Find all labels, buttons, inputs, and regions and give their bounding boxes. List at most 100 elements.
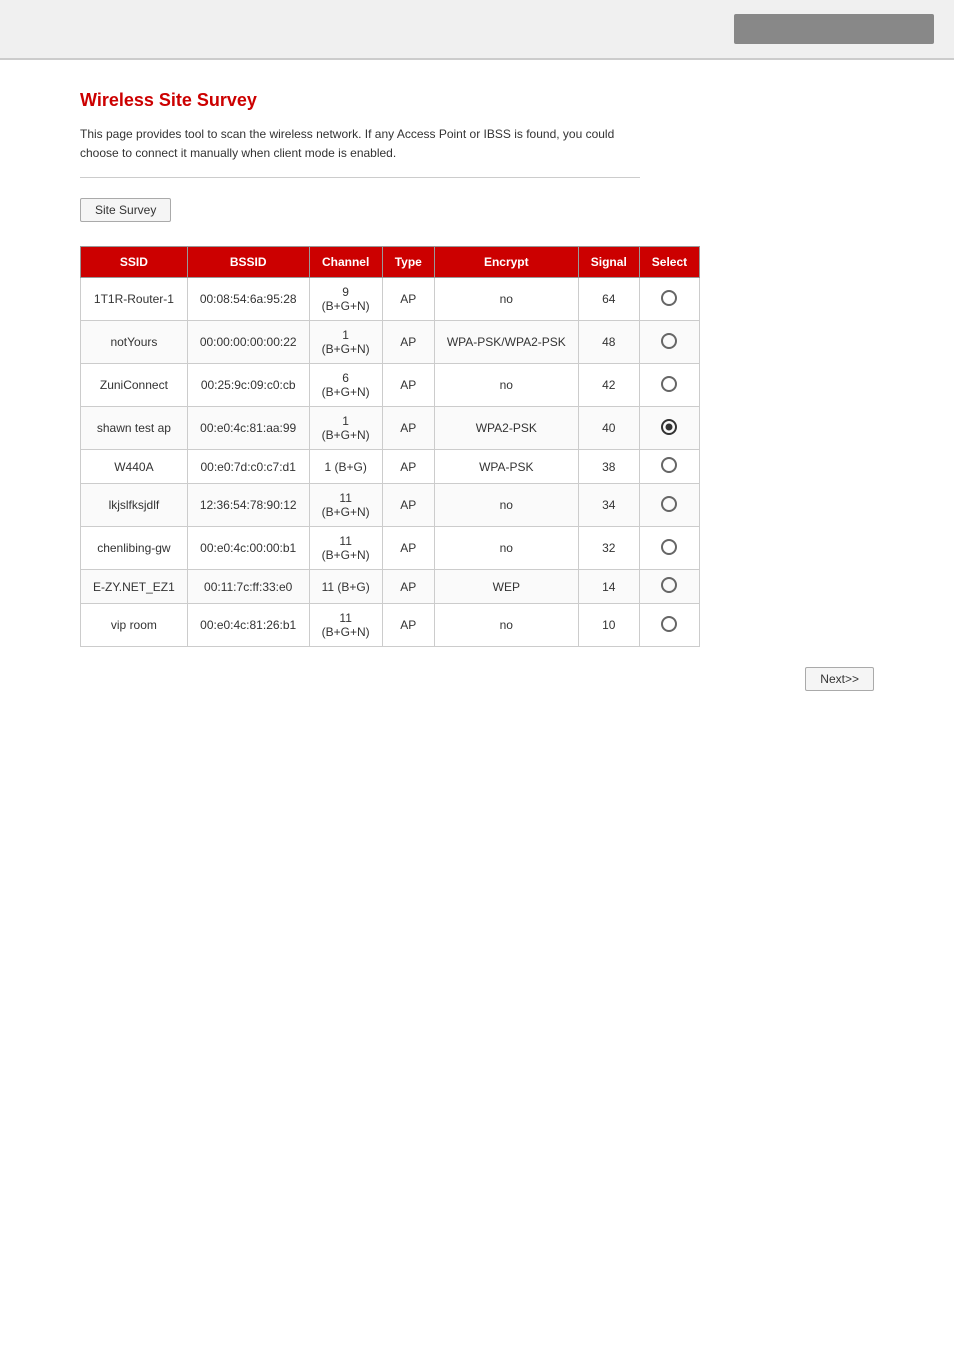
table-row: notYours00:00:00:00:00:221 (B+G+N)APWPA-… (81, 321, 700, 364)
cell-encrypt: no (434, 527, 578, 570)
cell-bssid: 00:e0:7d:c0:c7:d1 (187, 450, 309, 484)
cell-bssid: 00:e0:4c:00:00:b1 (187, 527, 309, 570)
col-bssid: BSSID (187, 247, 309, 278)
table-row: 1T1R-Router-100:08:54:6a:95:289 (B+G+N)A… (81, 278, 700, 321)
cell-bssid: 00:e0:4c:81:26:b1 (187, 604, 309, 647)
table-row: E-ZY.NET_EZ100:11:7c:ff:33:e011 (B+G)APW… (81, 570, 700, 604)
cell-type: AP (382, 527, 434, 570)
next-button[interactable]: Next>> (805, 667, 874, 691)
table-row: shawn test ap00:e0:4c:81:aa:991 (B+G+N)A… (81, 407, 700, 450)
radio-unselected-icon (661, 577, 677, 593)
cell-select[interactable] (639, 570, 699, 604)
cell-type: AP (382, 570, 434, 604)
cell-channel: 1 (B+G+N) (309, 407, 382, 450)
table-row: vip room00:e0:4c:81:26:b111 (B+G+N)APno1… (81, 604, 700, 647)
page-title: Wireless Site Survey (80, 90, 874, 111)
cell-encrypt: WPA2-PSK (434, 407, 578, 450)
radio-unselected-icon (661, 496, 677, 512)
site-survey-button[interactable]: Site Survey (80, 198, 171, 222)
cell-channel: 11 (B+G+N) (309, 527, 382, 570)
cell-signal: 38 (578, 450, 639, 484)
radio-selected-icon (661, 419, 677, 435)
divider (80, 177, 640, 178)
cell-encrypt: no (434, 604, 578, 647)
cell-select[interactable] (639, 407, 699, 450)
cell-bssid: 00:08:54:6a:95:28 (187, 278, 309, 321)
cell-type: AP (382, 321, 434, 364)
cell-signal: 10 (578, 604, 639, 647)
cell-select[interactable] (639, 450, 699, 484)
table-row: chenlibing-gw00:e0:4c:00:00:b111 (B+G+N)… (81, 527, 700, 570)
radio-unselected-icon (661, 616, 677, 632)
cell-type: AP (382, 484, 434, 527)
radio-unselected-icon (661, 290, 677, 306)
cell-channel: 1 (B+G+N) (309, 321, 382, 364)
cell-ssid: notYours (81, 321, 188, 364)
cell-encrypt: no (434, 484, 578, 527)
cell-encrypt: no (434, 278, 578, 321)
cell-type: AP (382, 450, 434, 484)
cell-channel: 9 (B+G+N) (309, 278, 382, 321)
cell-select[interactable] (639, 321, 699, 364)
top-bar-right-panel (734, 14, 934, 44)
cell-bssid: 00:11:7c:ff:33:e0 (187, 570, 309, 604)
cell-ssid: shawn test ap (81, 407, 188, 450)
col-select: Select (639, 247, 699, 278)
cell-select[interactable] (639, 278, 699, 321)
table-body: 1T1R-Router-100:08:54:6a:95:289 (B+G+N)A… (81, 278, 700, 647)
cell-select[interactable] (639, 604, 699, 647)
cell-type: AP (382, 407, 434, 450)
col-encrypt: Encrypt (434, 247, 578, 278)
col-channel: Channel (309, 247, 382, 278)
cell-channel: 1 (B+G) (309, 450, 382, 484)
col-ssid: SSID (81, 247, 188, 278)
table-header: SSID BSSID Channel Type Encrypt Signal S… (81, 247, 700, 278)
cell-ssid: E-ZY.NET_EZ1 (81, 570, 188, 604)
cell-ssid: chenlibing-gw (81, 527, 188, 570)
cell-signal: 34 (578, 484, 639, 527)
table-row: W440A00:e0:7d:c0:c7:d11 (B+G)APWPA-PSK38 (81, 450, 700, 484)
cell-ssid: lkjslfksjdlf (81, 484, 188, 527)
cell-ssid: 1T1R-Router-1 (81, 278, 188, 321)
cell-select[interactable] (639, 364, 699, 407)
cell-signal: 40 (578, 407, 639, 450)
cell-signal: 64 (578, 278, 639, 321)
network-table-container: SSID BSSID Channel Type Encrypt Signal S… (80, 246, 874, 691)
cell-type: AP (382, 364, 434, 407)
cell-signal: 42 (578, 364, 639, 407)
radio-unselected-icon (661, 457, 677, 473)
cell-type: AP (382, 278, 434, 321)
cell-encrypt: WPA-PSK (434, 450, 578, 484)
cell-channel: 11 (B+G) (309, 570, 382, 604)
cell-bssid: 00:25:9c:09:c0:cb (187, 364, 309, 407)
table-row: ZuniConnect00:25:9c:09:c0:cb6 (B+G+N)APn… (81, 364, 700, 407)
radio-unselected-icon (661, 539, 677, 555)
cell-signal: 14 (578, 570, 639, 604)
cell-ssid: W440A (81, 450, 188, 484)
main-content: Wireless Site Survey This page provides … (0, 60, 954, 721)
cell-ssid: ZuniConnect (81, 364, 188, 407)
cell-select[interactable] (639, 527, 699, 570)
cell-bssid: 00:00:00:00:00:22 (187, 321, 309, 364)
cell-bssid: 00:e0:4c:81:aa:99 (187, 407, 309, 450)
cell-channel: 6 (B+G+N) (309, 364, 382, 407)
cell-type: AP (382, 604, 434, 647)
cell-channel: 11 (B+G+N) (309, 604, 382, 647)
radio-unselected-icon (661, 333, 677, 349)
cell-signal: 32 (578, 527, 639, 570)
radio-unselected-icon (661, 376, 677, 392)
network-table: SSID BSSID Channel Type Encrypt Signal S… (80, 246, 700, 647)
cell-signal: 48 (578, 321, 639, 364)
cell-encrypt: WPA-PSK/WPA2-PSK (434, 321, 578, 364)
cell-encrypt: WEP (434, 570, 578, 604)
cell-encrypt: no (434, 364, 578, 407)
cell-channel: 11 (B+G+N) (309, 484, 382, 527)
col-type: Type (382, 247, 434, 278)
cell-ssid: vip room (81, 604, 188, 647)
cell-select[interactable] (639, 484, 699, 527)
table-row: lkjslfksjdlf12:36:54:78:90:1211 (B+G+N)A… (81, 484, 700, 527)
cell-bssid: 12:36:54:78:90:12 (187, 484, 309, 527)
col-signal: Signal (578, 247, 639, 278)
page-description: This page provides tool to scan the wire… (80, 125, 640, 163)
top-bar (0, 0, 954, 60)
